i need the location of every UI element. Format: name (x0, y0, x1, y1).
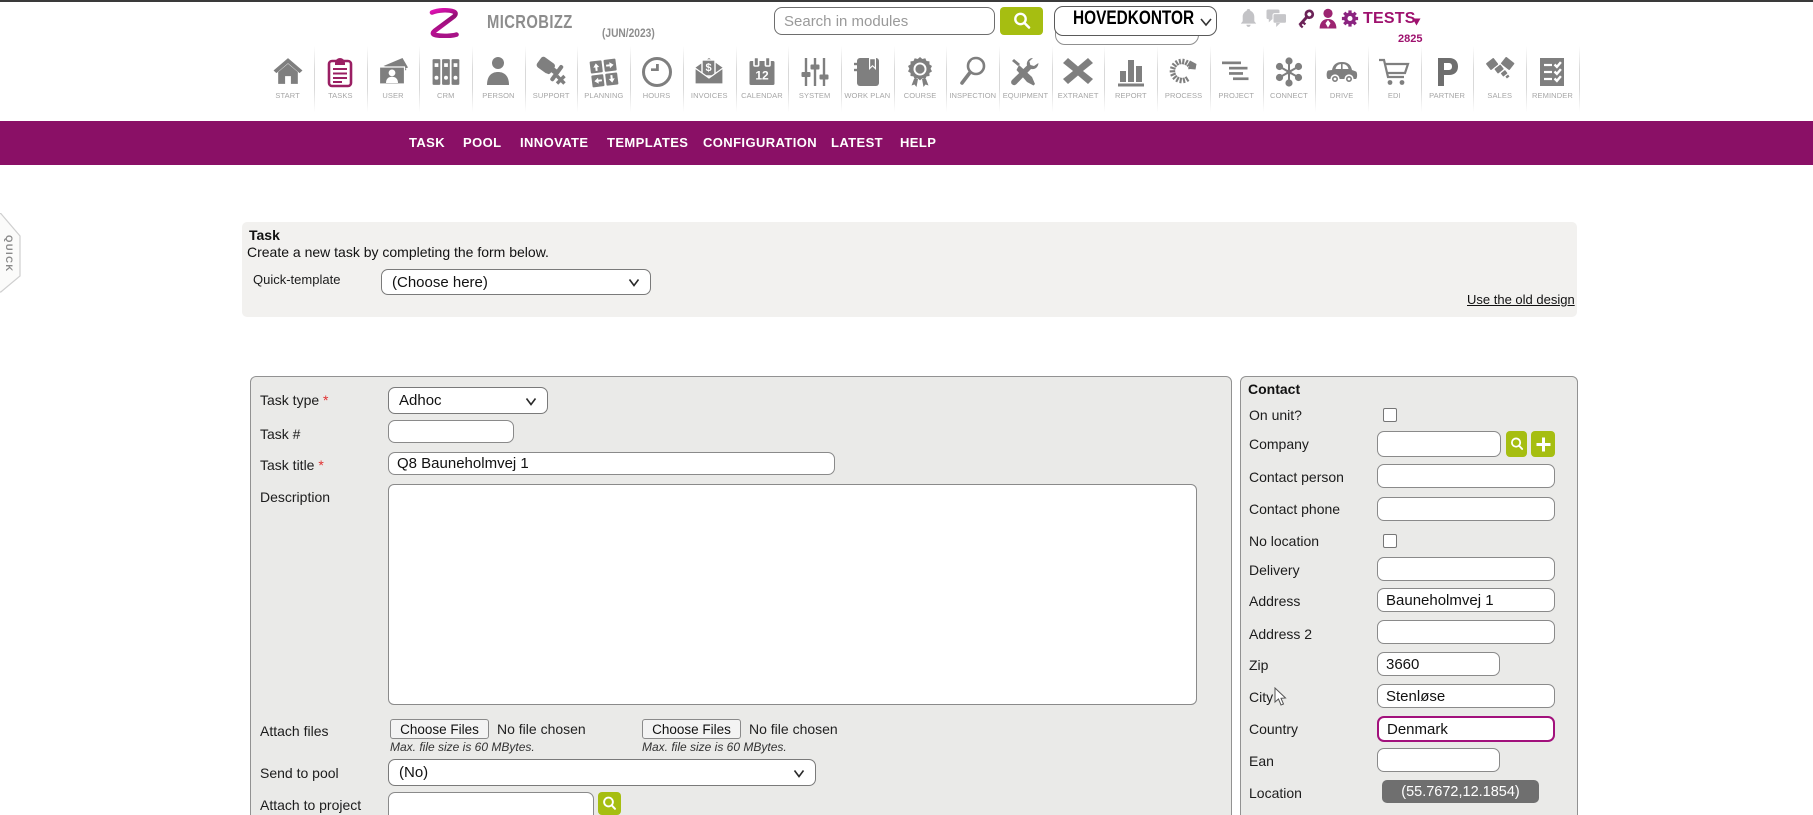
svg-text:12: 12 (755, 69, 769, 83)
svg-text:$: $ (706, 62, 712, 74)
